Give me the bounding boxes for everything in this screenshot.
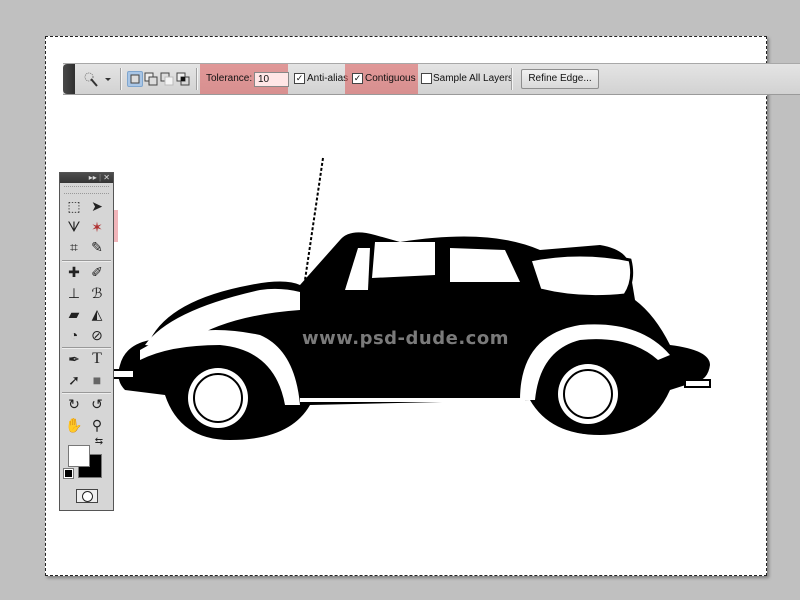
anti-alias-checkbox[interactable]: ✓: [294, 73, 305, 84]
rear-rim: [558, 364, 618, 424]
rectangle-tool-icon[interactable]: ■: [87, 371, 107, 389]
chevron-down-icon: [105, 78, 111, 81]
folded-top: [528, 253, 634, 299]
quick-mask-button[interactable]: [76, 489, 98, 503]
tolerance-label: Tolerance:: [206, 73, 253, 84]
lasso-tool-icon[interactable]: ᗐ: [64, 218, 84, 236]
subtract-from-selection-button[interactable]: [159, 71, 175, 87]
add-to-selection-button[interactable]: [143, 71, 159, 87]
antenna: [304, 157, 324, 281]
eraser-tool-icon[interactable]: ▰: [64, 305, 84, 323]
brush-tool-icon[interactable]: ✐: [87, 263, 107, 281]
zoom-tool-icon[interactable]: ⚲: [87, 416, 107, 434]
tolerance-input[interactable]: 10: [254, 72, 289, 87]
window-front: [372, 242, 435, 278]
sample-all-layers-checkbox[interactable]: [421, 73, 432, 84]
hand-tool-icon[interactable]: ✋: [64, 416, 84, 434]
front-bumper: [111, 369, 135, 379]
healing-brush-tool-icon[interactable]: ✚: [64, 263, 84, 281]
tools-panel: ▸▸ | ✕ ⬚ ➤ ᗐ ✶ ⌗ ✎ ✚ ✐ ⊥ ℬ ▰ ◭ ◔ ⊘ ✒ T ➚…: [59, 172, 114, 511]
contiguous-label: Contiguous: [365, 73, 416, 84]
intersect-with-selection-button[interactable]: [175, 71, 191, 87]
history-brush-tool-icon[interactable]: ℬ: [87, 284, 107, 302]
magic-wand-tool-icon[interactable]: ✶: [87, 218, 107, 236]
foreground-color-swatch[interactable]: [68, 445, 90, 467]
new-selection-button[interactable]: [127, 71, 143, 87]
divider: [511, 68, 512, 90]
path-selection-tool-icon[interactable]: ➚: [64, 371, 84, 389]
car-image: [111, 157, 711, 440]
clone-stamp-tool-icon[interactable]: ⊥: [64, 284, 84, 302]
front-rim: [188, 368, 248, 428]
watermark-text: www.psd-dude.com: [302, 328, 509, 349]
type-tool-icon[interactable]: T: [87, 350, 107, 368]
tools-panel-header: ▸▸ | ✕: [60, 173, 113, 183]
default-colors-icon[interactable]: [63, 468, 74, 479]
sample-all-layers-label: Sample All Layers: [433, 73, 514, 84]
contiguous-checkbox[interactable]: ✓: [352, 73, 363, 84]
divider: [62, 260, 111, 261]
blur-tool-icon[interactable]: ◔: [64, 326, 84, 344]
close-panel-icon[interactable]: ✕: [103, 173, 110, 182]
marquee-tool-icon[interactable]: ⬚: [64, 197, 84, 215]
rear-bumper: [684, 379, 711, 388]
crop-tool-icon[interactable]: ⌗: [64, 238, 84, 256]
dodge-tool-icon[interactable]: ⊘: [87, 326, 107, 344]
3d-orbit-tool-icon[interactable]: ↺: [87, 395, 107, 413]
magic-wand-icon: [84, 72, 98, 87]
paint-bucket-tool-icon[interactable]: ◭: [87, 305, 107, 323]
tools-panel-grip[interactable]: [64, 186, 109, 194]
options-bar-grip[interactable]: [63, 64, 75, 94]
move-tool-icon[interactable]: ➤: [87, 197, 107, 215]
eyedropper-tool-icon[interactable]: ✎: [87, 238, 107, 256]
tool-preset-picker[interactable]: [81, 69, 115, 89]
options-bar: Tolerance: 10 ✓ Anti-alias ✓ Contiguous …: [63, 63, 800, 95]
swap-colors-icon[interactable]: ⇆: [92, 435, 106, 449]
divider: [120, 68, 121, 90]
divider: [196, 68, 197, 90]
divider: [62, 347, 111, 348]
divider: [62, 392, 111, 393]
refine-edge-button[interactable]: Refine Edge...: [521, 69, 599, 89]
pen-tool-icon[interactable]: ✒: [64, 350, 84, 368]
expand-panel-icon[interactable]: ▸▸: [89, 173, 97, 182]
anti-alias-label: Anti-alias: [307, 73, 349, 84]
running-board: [300, 398, 525, 402]
3d-rotate-tool-icon[interactable]: ↻: [64, 395, 84, 413]
